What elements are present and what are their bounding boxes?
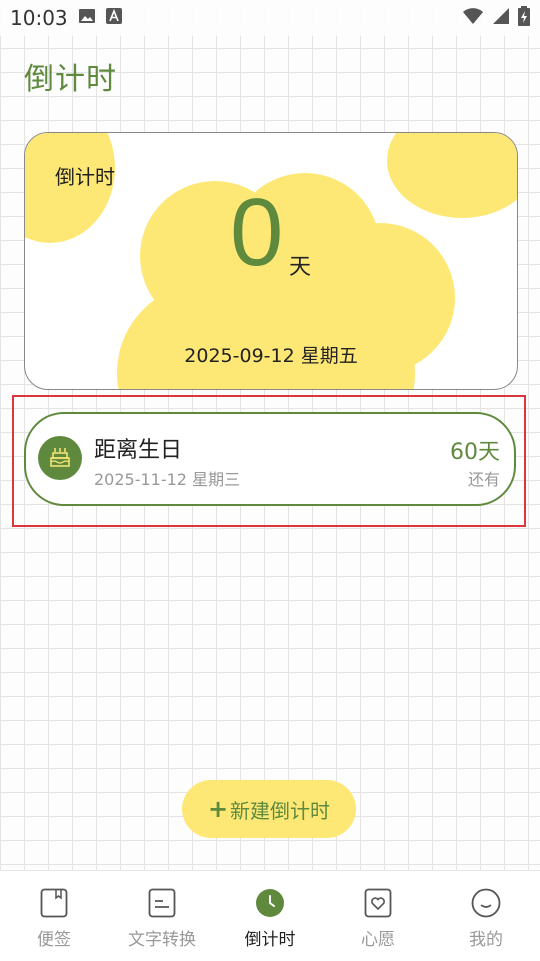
hero-days-number: 0 (230, 179, 284, 286)
nav-item-wishes[interactable]: 心愿 (324, 871, 432, 950)
event-date: 2025-11-12 星期三 (94, 470, 241, 489)
wifi-icon (462, 7, 484, 29)
hero-label: 倒计时 (55, 165, 115, 189)
battery-charging-icon (518, 6, 530, 30)
status-time: 10:03 (10, 6, 68, 30)
nav-label: 心愿 (361, 930, 395, 950)
event-days: 60天 (450, 440, 500, 465)
page-title: 倒计时 (24, 62, 117, 97)
hero-date: 2025-09-12 星期五 (184, 345, 358, 367)
note-icon (38, 887, 70, 919)
nav-item-profile[interactable]: 我的 (432, 871, 540, 950)
status-left: 10:03 (10, 6, 122, 30)
countdown-hero-card[interactable]: 倒计时 0 天 2025-09-12 星期五 (24, 132, 518, 390)
birthday-cake-icon (38, 436, 82, 480)
plus-icon: + (207, 795, 229, 823)
nav-item-notes[interactable]: 便签 (0, 871, 108, 950)
bottom-nav: 便签 文字转换 倒计时 心愿 我的 (0, 870, 540, 961)
text-convert-icon (146, 887, 178, 919)
font-a-icon (105, 8, 122, 28)
nav-label: 倒计时 (244, 930, 296, 950)
status-right (462, 6, 530, 30)
image-icon (78, 8, 96, 28)
event-card-birthday[interactable]: 距离生日 2025-11-12 星期三 60天 还有 (24, 412, 516, 506)
event-title: 距离生日 (94, 438, 183, 463)
clock-icon (254, 887, 286, 919)
smiley-icon (470, 887, 502, 919)
new-countdown-label: 新建倒计时 (230, 798, 331, 823)
event-remaining-label: 还有 (467, 470, 500, 489)
nav-label: 文字转换 (128, 930, 196, 950)
new-countdown-button[interactable]: + 新建倒计时 (182, 780, 356, 838)
decor-blob (387, 133, 517, 218)
nav-label: 便签 (37, 930, 71, 950)
nav-item-text-convert[interactable]: 文字转换 (108, 871, 216, 950)
nav-item-countdown[interactable]: 倒计时 (216, 871, 324, 950)
heart-icon (362, 887, 394, 919)
nav-label: 我的 (469, 930, 503, 950)
signal-icon (492, 7, 510, 29)
status-bar: 10:03 (0, 0, 540, 36)
hero-days-unit: 天 (289, 255, 312, 280)
